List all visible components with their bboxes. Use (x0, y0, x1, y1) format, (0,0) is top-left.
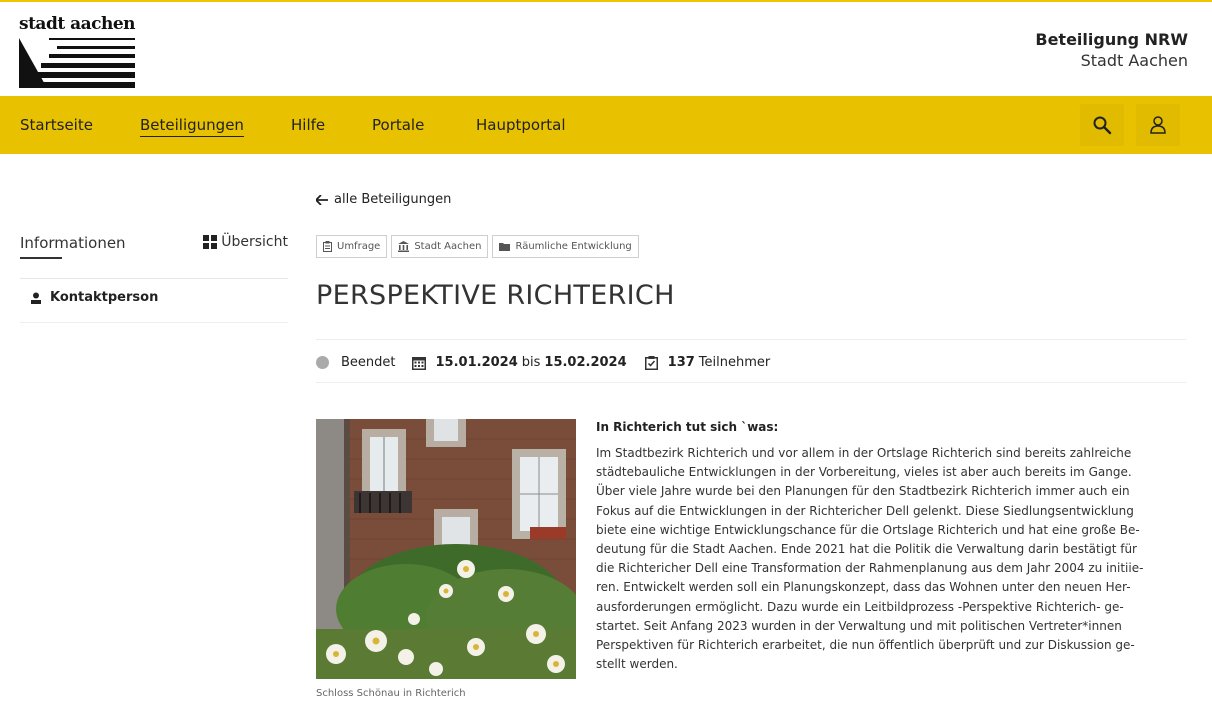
search-button[interactable] (1080, 104, 1124, 146)
participants-label: Teilnehmer (698, 355, 771, 370)
project-meta: Beendet 15.01.2024 bis 15.02.2024 137 Te… (316, 355, 770, 370)
meta-divider (316, 382, 1186, 383)
building-icon (398, 241, 410, 252)
back-link-label: alle Beteiligungen (334, 192, 452, 207)
tag-list: Umfrage Stadt Aachen Räumliche Entwicklu… (316, 235, 639, 258)
start-date: 15.01.2024 (435, 355, 518, 370)
folder-icon (499, 243, 511, 251)
stadt-aachen-logo[interactable]: stadt aachen (19, 14, 141, 90)
date-separator: bis (521, 355, 541, 370)
overview-button[interactable]: Übersicht (203, 234, 288, 250)
article-line: ausforderungen ermöglicht. Dazu wurde ei… (596, 599, 1124, 614)
tag-label: Räumliche Entwicklung (515, 241, 632, 252)
status-text: Beendet (341, 355, 396, 370)
sidebar-item-label: Kontaktperson (50, 290, 159, 305)
overview-label: Übersicht (221, 234, 288, 250)
nav-item-hauptportal[interactable]: Hauptportal (476, 116, 566, 134)
person-icon (31, 292, 41, 304)
sidebar-header: Informationen Übersicht (20, 234, 288, 260)
photo-caption: Schloss Schönau in Richterich (316, 688, 466, 699)
user-login-button[interactable] (1136, 104, 1180, 146)
top-accent-line (0, 0, 1212, 2)
article-line: stellt werden. (596, 657, 678, 672)
article-body: Im Stadtbezirk Richterich und vor allem … (596, 444, 1192, 674)
tag-label: Umfrage (337, 241, 381, 252)
article-heading: In Richterich tut sich `was: (596, 420, 779, 434)
tag-label: Stadt Aachen (414, 241, 482, 252)
end-date: 15.02.2024 (544, 355, 627, 370)
article-line: Über viele Jahre wurde bei den Planungen… (596, 484, 1130, 499)
participants-count: 137 (667, 355, 695, 370)
meta-divider (316, 339, 1186, 340)
sidebar-item-kontaktperson[interactable]: Kontaktperson (30, 290, 158, 305)
project-photo[interactable] (316, 419, 576, 679)
grid-icon (203, 235, 218, 249)
sidebar-title: Informationen (20, 234, 126, 252)
article-line: ren. Entwickelt werden soll ein Planungs… (596, 580, 1131, 595)
sidebar-title-underline (20, 257, 62, 259)
article-line: Fokus auf die Entwicklungen in der Richt… (596, 503, 1134, 518)
tag-stadt-aachen[interactable]: Stadt Aachen (391, 235, 489, 258)
nav-item-portale[interactable]: Portale (372, 116, 424, 134)
page-title: PERSPEKTIVE RICHTERICH (316, 280, 675, 311)
article-line: Im Stadtbezirk Richterich und vor allem … (596, 446, 1132, 460)
user-icon (1150, 116, 1166, 134)
logo-stripes-graphic (19, 38, 135, 88)
article-line: Perspektiven für Richterich erarbeitet, … (596, 638, 1135, 653)
article-line: die Richtericher Dell eine Transformatio… (596, 561, 1144, 576)
nav-item-beteiligungen[interactable]: Beteiligungen (140, 116, 244, 137)
clipboard-icon (323, 241, 332, 252)
article-line: deutung für die Stadt Aachen. Ende 2021 … (596, 542, 1137, 557)
status-indicator (316, 356, 329, 369)
tag-raeumliche-entwicklung[interactable]: Räumliche Entwicklung (492, 235, 639, 258)
nav-item-startseite[interactable]: Startseite (20, 116, 93, 134)
logo-text: stadt aachen (19, 14, 136, 34)
brand-subtitle: Stadt Aachen (1080, 51, 1188, 70)
sidebar-divider (20, 322, 288, 323)
article-line: startet. Seit Anfang 2023 wurden in der … (596, 618, 1122, 633)
back-to-all-link[interactable]: alle Beteiligungen (316, 192, 451, 207)
main-navigation: Startseite Beteiligungen Hilfe Portale H… (0, 96, 1212, 154)
checklist-icon (644, 355, 658, 370)
nav-item-hilfe[interactable]: Hilfe (291, 116, 325, 134)
article: In Richterich tut sich `was: Im Stadtbez… (596, 420, 1192, 674)
brand-block: Beteiligung NRW Stadt Aachen (1035, 30, 1188, 70)
tag-umfrage[interactable]: Umfrage (316, 235, 388, 258)
calendar-icon (411, 356, 426, 370)
sidebar-divider (20, 278, 288, 279)
article-line: biete eine wichtige Entwicklungschance f… (596, 522, 1140, 537)
brand-title: Beteiligung NRW (1035, 30, 1188, 49)
photo-castle-with-flowers (316, 419, 576, 679)
search-icon (1093, 116, 1112, 135)
article-line: städtebauliche Entwicklungen in der Vorb… (596, 465, 1132, 480)
arrow-left-icon (316, 194, 328, 205)
